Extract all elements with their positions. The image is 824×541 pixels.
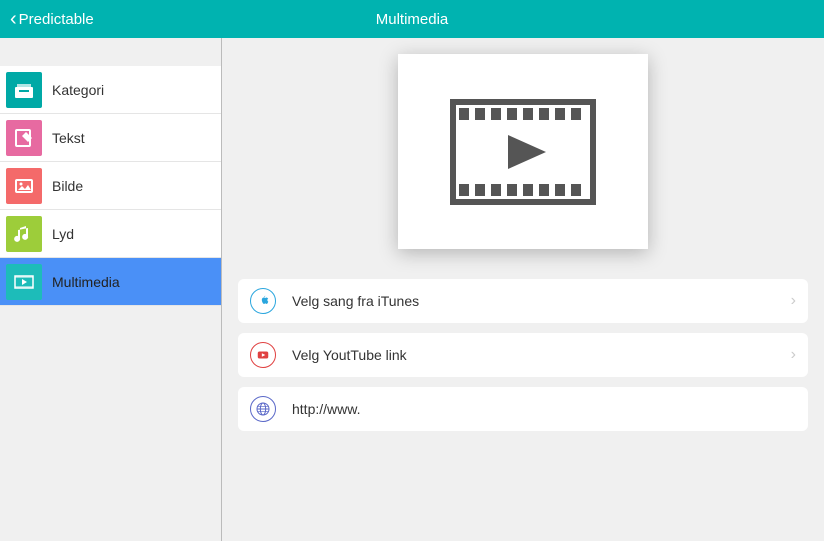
text-icon xyxy=(6,120,42,156)
sidebar-item-label: Lyd xyxy=(52,226,74,242)
chevron-right-icon: › xyxy=(791,292,796,310)
globe-icon xyxy=(250,396,276,422)
sidebar-item-tekst[interactable]: Tekst xyxy=(0,114,221,162)
sidebar-item-bilde[interactable]: Bilde xyxy=(0,162,221,210)
sidebar-item-label: Multimedia xyxy=(52,274,120,290)
itunes-icon xyxy=(250,288,276,314)
sidebar-item-label: Kategori xyxy=(52,82,104,98)
page-title: Multimedia xyxy=(376,11,449,28)
back-label: Predictable xyxy=(19,11,94,28)
film-play-icon xyxy=(448,97,598,207)
option-label: Velg sang fra iTunes xyxy=(292,293,791,309)
url-input[interactable] xyxy=(292,401,796,417)
category-icon xyxy=(6,72,42,108)
sidebar-item-multimedia[interactable]: Multimedia xyxy=(0,258,221,306)
sound-icon xyxy=(6,216,42,252)
chevron-right-icon: › xyxy=(791,346,796,364)
option-label: Velg YoutTube link xyxy=(292,347,791,363)
option-url[interactable] xyxy=(238,387,808,431)
main-content: Velg sang fra iTunes › Velg YoutTube lin… xyxy=(222,38,824,541)
multimedia-icon xyxy=(6,264,42,300)
chevron-left-icon: ‹ xyxy=(10,9,17,29)
sidebar-item-lyd[interactable]: Lyd xyxy=(0,210,221,258)
content-container: Kategori Tekst Bilde Lyd Multimedia xyxy=(0,38,824,541)
preview-card xyxy=(398,54,648,249)
option-itunes[interactable]: Velg sang fra iTunes › xyxy=(238,279,808,323)
image-icon xyxy=(6,168,42,204)
sidebar: Kategori Tekst Bilde Lyd Multimedia xyxy=(0,38,222,541)
option-list: Velg sang fra iTunes › Velg YoutTube lin… xyxy=(238,279,808,431)
youtube-icon xyxy=(250,342,276,368)
header: ‹ Predictable Multimedia xyxy=(0,0,824,38)
back-button[interactable]: ‹ Predictable xyxy=(0,9,104,29)
sidebar-item-kategori[interactable]: Kategori xyxy=(0,66,221,114)
sidebar-item-label: Tekst xyxy=(52,130,85,146)
sidebar-item-label: Bilde xyxy=(52,178,83,194)
option-youtube[interactable]: Velg YoutTube link › xyxy=(238,333,808,377)
